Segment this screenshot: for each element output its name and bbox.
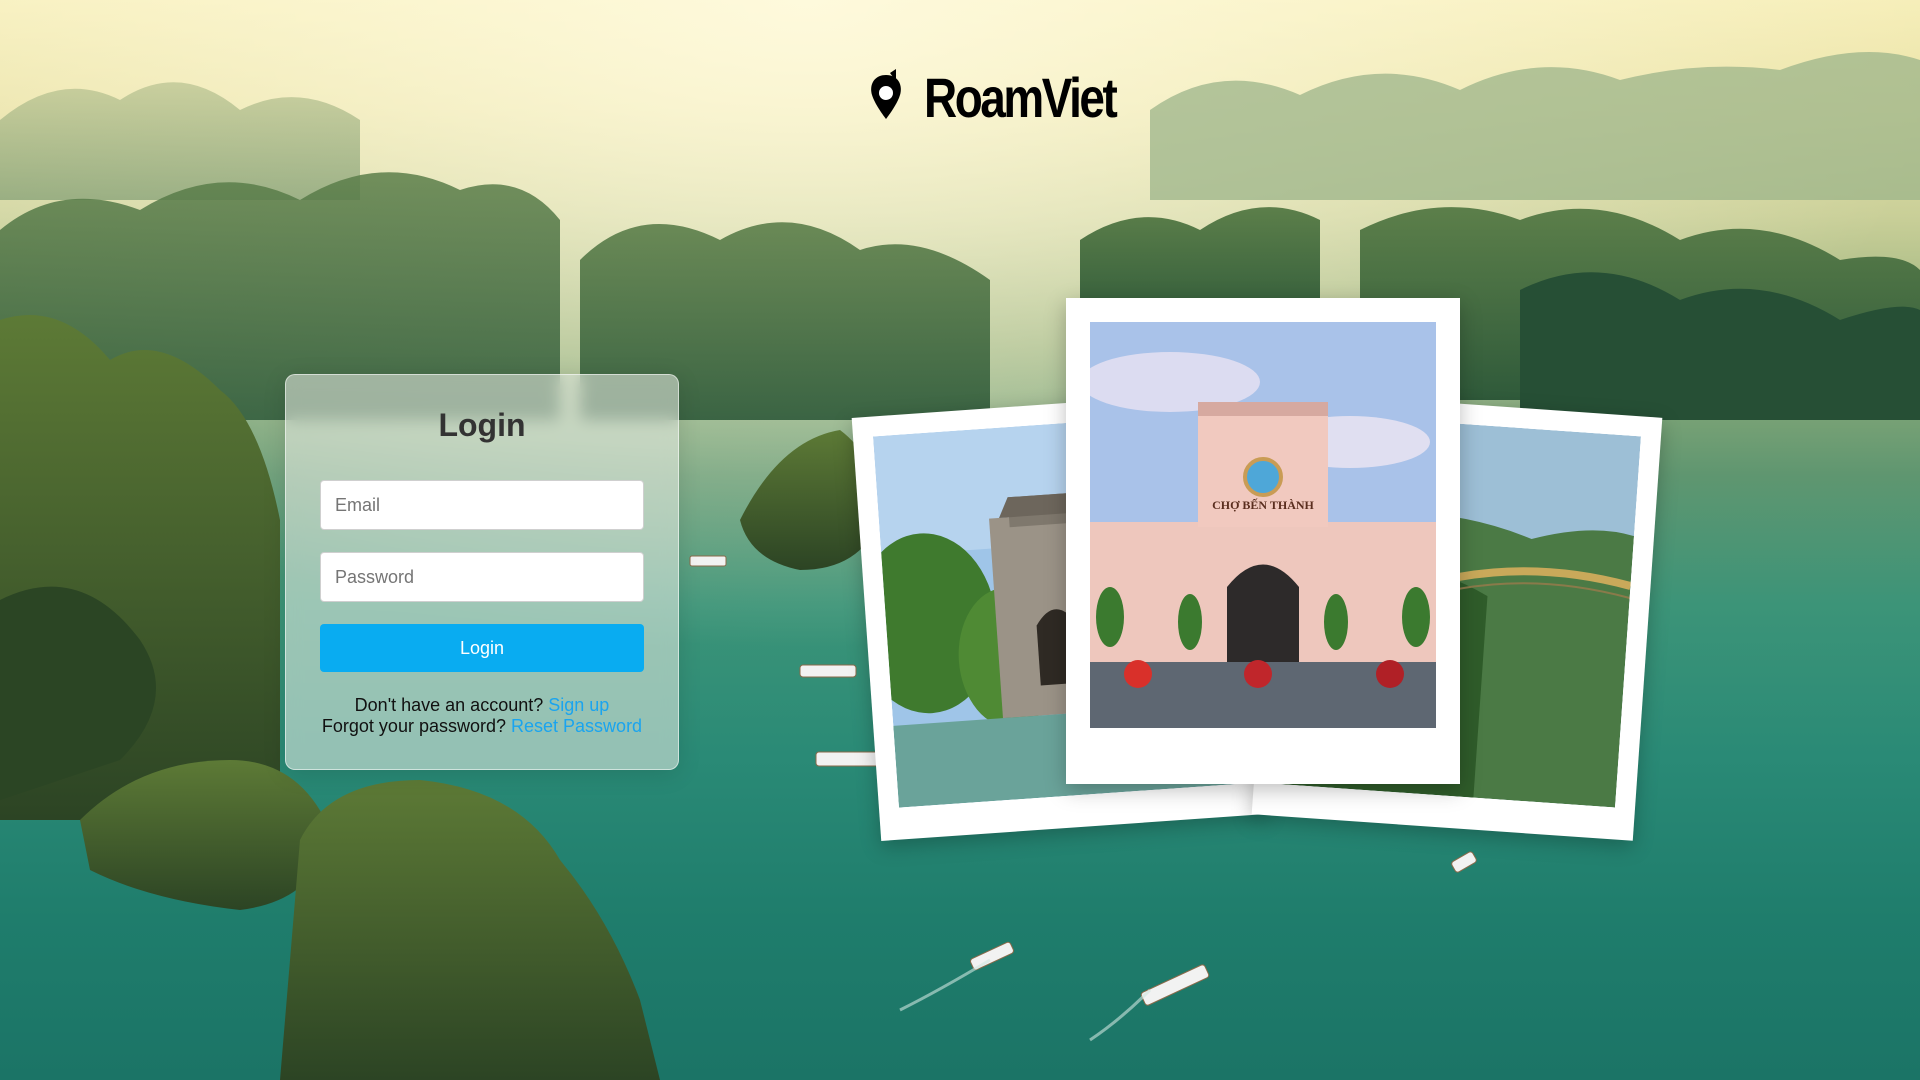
signup-link[interactable]: Sign up [548,695,609,715]
polaroid-center: CHỢ BẾN THÀNH [1066,298,1460,784]
reset-line: Forgot your password? Reset Password [286,716,678,737]
login-title: Login [438,407,526,443]
reset-prompt: Forgot your password? [321,716,506,736]
brand-logo[interactable]: RoamViet [866,66,1157,130]
market-sign: CHỢ BẾN THÀNH [1212,497,1314,512]
reset-password-link[interactable]: Reset Password [511,716,642,736]
email-input[interactable] [320,480,644,530]
signup-line: Don't have an account? Sign up [286,695,678,716]
password-input[interactable] [320,552,644,602]
map-pin-icon [871,69,901,119]
login-card: Login Login Don't have an account? Sign … [285,374,679,770]
photo-ben-thanh-market: CHỢ BẾN THÀNH [1090,322,1436,728]
brand-name: RoamViet [924,66,1118,129]
signup-prompt: Don't have an account? [354,695,544,715]
login-button[interactable]: Login [320,624,644,672]
